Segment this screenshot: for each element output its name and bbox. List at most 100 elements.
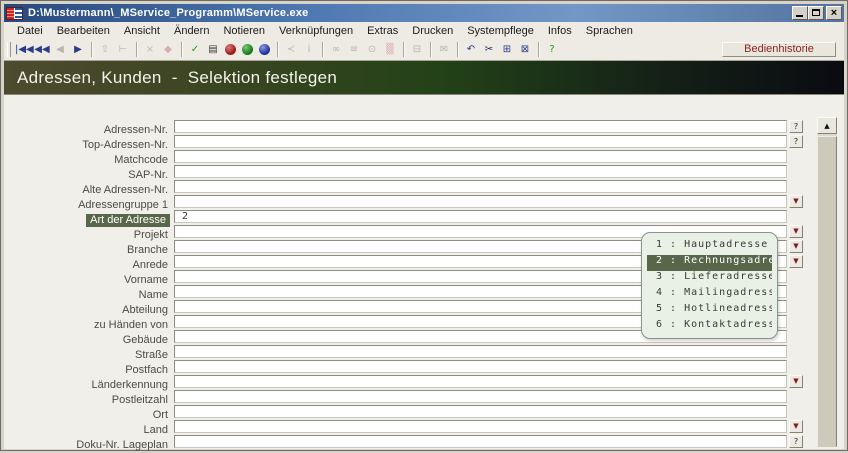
page-title: Adressen, Kunden - Selektion festlegen — [4, 61, 844, 94]
minimize-icon — [796, 15, 803, 17]
search-icon: ∞ — [327, 41, 345, 58]
form-row: Adressengruppe 1 ▼ — [4, 195, 844, 210]
menu-systempflege[interactable]: Systempflege — [460, 24, 541, 38]
lookup-help-button[interactable]: ? — [789, 120, 803, 133]
info-icon: i — [300, 41, 318, 58]
popup-item-hauptadresse[interactable]: 1 : Hauptadresse — [647, 239, 772, 255]
run-blue-icon[interactable] — [259, 44, 270, 55]
help-icon[interactable]: ? — [543, 41, 561, 58]
art-der-adresse-input[interactable] — [174, 210, 787, 223]
list-icon: ≡ — [345, 41, 363, 58]
toolbar-separator — [181, 42, 182, 57]
paste-icon[interactable]: ⊠ — [516, 41, 534, 58]
toolbar-separator — [457, 42, 458, 57]
undo-icon[interactable]: ↶ — [462, 41, 480, 58]
form-row: Postleitzahl — [4, 390, 844, 405]
scrollbar-thumb[interactable] — [817, 136, 837, 447]
strasse-input[interactable] — [174, 345, 787, 358]
maximize-button[interactable] — [808, 6, 824, 20]
menu-datei[interactable]: Datei — [10, 24, 50, 38]
matchcode-input[interactable] — [174, 150, 787, 163]
close-button[interactable]: × — [826, 6, 842, 20]
form-row: SAP-Nr. — [4, 165, 844, 180]
postleitzahl-input[interactable] — [174, 390, 787, 403]
toolbar-separator — [322, 42, 323, 57]
postfach-input[interactable] — [174, 360, 787, 373]
form-row: Land ▼ — [4, 420, 844, 435]
tree-icon: ⊢ — [114, 41, 132, 58]
copy-icon[interactable]: ⊞ — [498, 41, 516, 58]
ort-input[interactable] — [174, 405, 787, 418]
toolbar-separator — [430, 42, 431, 57]
doku-nr-lageplan-input[interactable] — [174, 435, 787, 448]
adressen-nr-input[interactable] — [174, 120, 787, 133]
lookup-help-button[interactable]: ? — [789, 135, 803, 148]
previous-fast-icon[interactable]: ◀◀ — [33, 41, 51, 58]
import-icon: ⇧ — [96, 41, 114, 58]
run-green-icon[interactable] — [242, 44, 253, 55]
popup-item-lieferadresse[interactable]: 3 : Lieferadresse — [647, 271, 772, 287]
menu-infos[interactable]: Infos — [541, 24, 579, 38]
confirm-icon[interactable]: ✓ — [186, 41, 204, 58]
menu-drucken[interactable]: Drucken — [405, 24, 460, 38]
bedienhistorie-button[interactable]: Bedienhistorie — [722, 42, 836, 57]
first-record-icon[interactable]: |◀◀ — [15, 41, 33, 58]
toolbar-separator — [277, 42, 278, 57]
scroll-up-button[interactable]: ▲ — [817, 117, 837, 134]
app-window: D:\Mustermann\_MService_Programm\MServic… — [0, 0, 848, 451]
land-input[interactable] — [174, 420, 787, 433]
popup-item-kontaktadresse[interactable]: 6 : Kontaktadresse — [647, 319, 772, 335]
details-form-icon[interactable]: ▤ — [204, 41, 222, 58]
form-row: Doku-Nr. Lageplan ? — [4, 435, 844, 450]
delete-icon: × — [141, 41, 159, 58]
toolbar-separator — [136, 42, 137, 57]
form-row: Postfach — [4, 360, 844, 375]
popup-item-mailingadresse[interactable]: 4 : Mailingadresse — [647, 287, 772, 303]
previous-icon: ◀ — [51, 41, 69, 58]
menu-ansicht[interactable]: Ansicht — [117, 24, 167, 38]
toolbar-separator — [403, 42, 404, 57]
minimize-button[interactable] — [792, 6, 808, 20]
form-row: Top-Adressen-Nr. ? — [4, 135, 844, 150]
statistics-icon: ▒ — [381, 41, 399, 58]
art-der-adresse-popup: 1 : Hauptadresse 2 : Rechnungsadresse 3 … — [641, 232, 778, 339]
form-row: Matchcode — [4, 150, 844, 165]
dropdown-button[interactable]: ▼ — [789, 240, 803, 253]
dropdown-button[interactable]: ▼ — [789, 420, 803, 433]
menu-aendern[interactable]: Ändern — [167, 24, 216, 38]
menu-sprachen[interactable]: Sprachen — [579, 24, 640, 38]
dropdown-button[interactable]: ▼ — [789, 225, 803, 238]
form-row: Adressen-Nr. ? — [4, 120, 844, 135]
toolbar-grip — [7, 42, 11, 57]
field-label: Doku-Nr. Lageplan — [74, 439, 170, 452]
preview-icon: ⊙ — [363, 41, 381, 58]
next-icon[interactable]: ▶ — [69, 41, 87, 58]
toolbar-separator — [91, 42, 92, 57]
dropdown-button[interactable]: ▼ — [789, 255, 803, 268]
run-red-icon[interactable] — [225, 44, 236, 55]
adressengruppe-1-input[interactable] — [174, 195, 787, 208]
vertical-scrollbar[interactable]: ▲ — [817, 117, 837, 447]
menu-verknuepfungen[interactable]: Verknüpfungen — [272, 24, 360, 38]
lookup-help-button[interactable]: ? — [789, 435, 803, 448]
popup-item-hotlineadresse[interactable]: 5 : Hotlineadresse — [647, 303, 772, 319]
erase-icon: ◆ — [159, 41, 177, 58]
popup-item-rechnungsadresse-selected[interactable]: 2 : Rechnungsadresse — [647, 255, 772, 271]
branch-icon: ≺ — [282, 41, 300, 58]
maximize-icon — [812, 9, 820, 16]
window-title: D:\Mustermann\_MService_Programm\MServic… — [23, 7, 308, 19]
dropdown-button[interactable]: ▼ — [789, 375, 803, 388]
app-icon — [6, 7, 23, 20]
cut-icon[interactable]: ✂ — [480, 41, 498, 58]
laenderkennung-input[interactable] — [174, 375, 787, 388]
form-row: Alte Adressen-Nr. — [4, 180, 844, 195]
menu-notieren[interactable]: Notieren — [216, 24, 272, 38]
alte-adressen-nr-input[interactable] — [174, 180, 787, 193]
menu-bearbeiten[interactable]: Bearbeiten — [50, 24, 117, 38]
menu-extras[interactable]: Extras — [360, 24, 405, 38]
dropdown-button[interactable]: ▼ — [789, 195, 803, 208]
sap-nr-input[interactable] — [174, 165, 787, 178]
form-row: Länderkennung ▼ — [4, 375, 844, 390]
toolbar-separator — [538, 42, 539, 57]
top-adressen-nr-input[interactable] — [174, 135, 787, 148]
